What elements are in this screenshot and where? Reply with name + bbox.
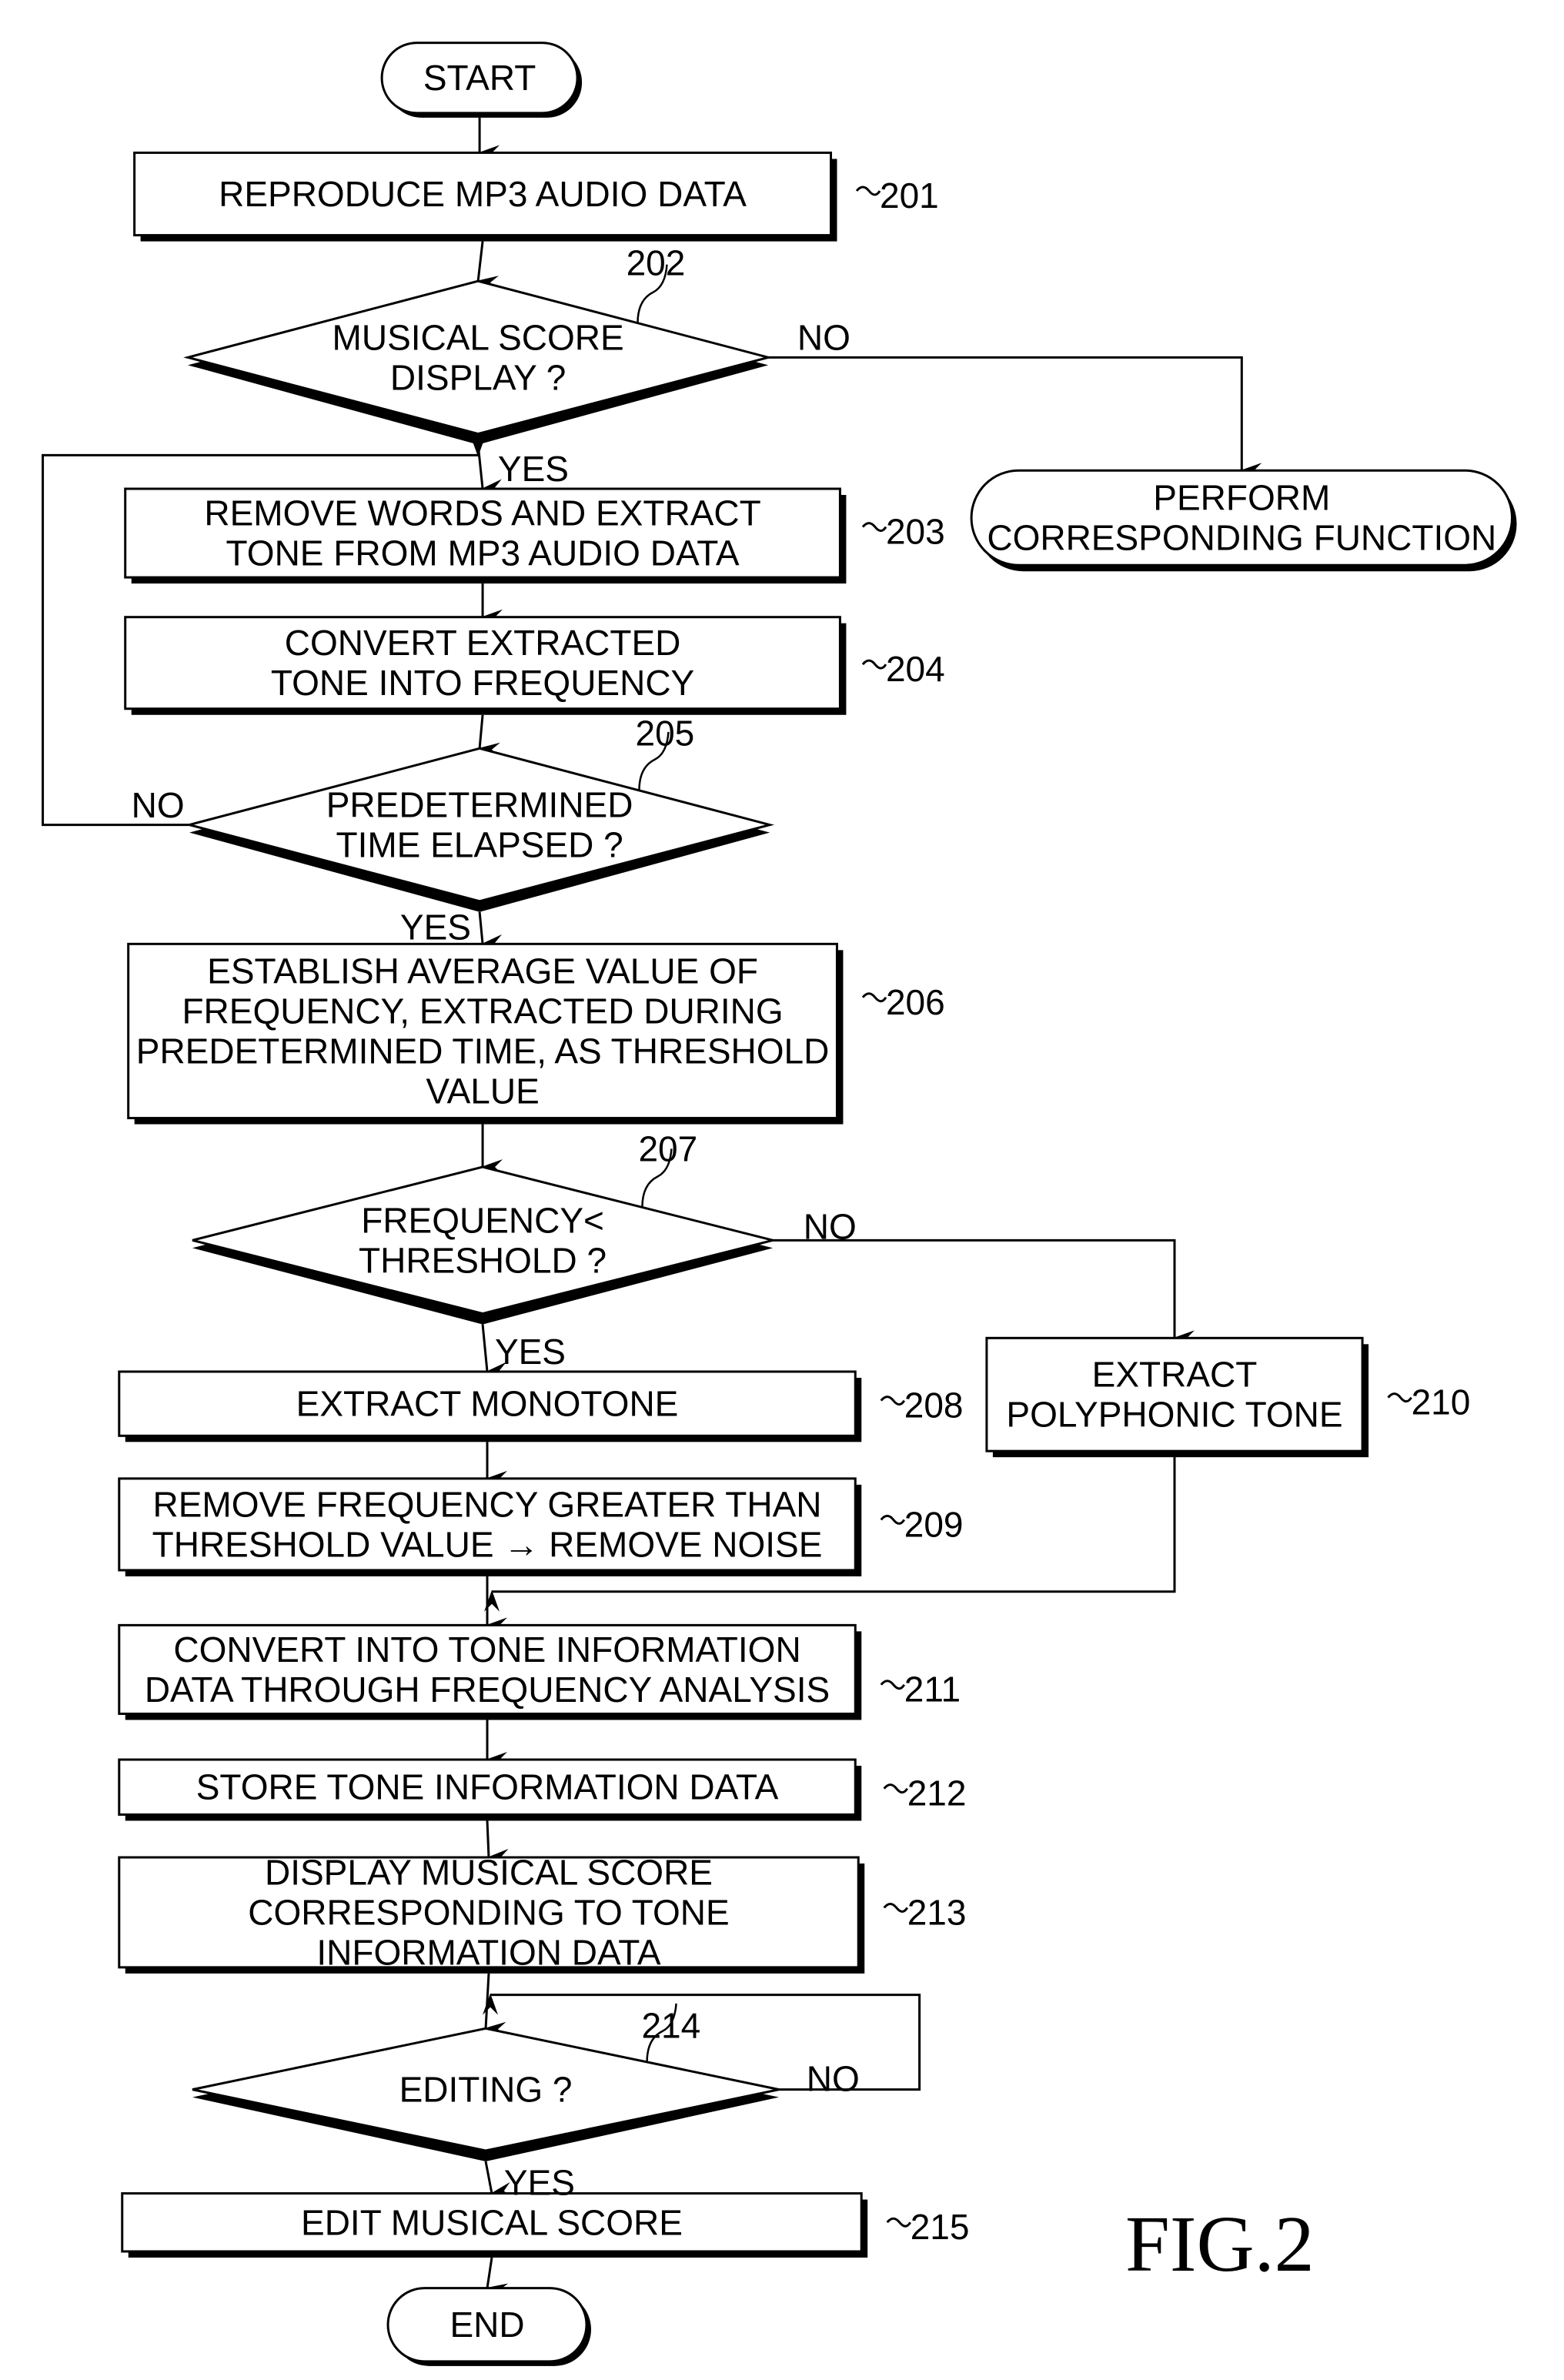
edge-label-d207-no: NO bbox=[804, 1206, 857, 1246]
step-209-text: THRESHOLD VALUE → REMOVE NOISE bbox=[152, 1524, 823, 1564]
reference-number: 206 bbox=[886, 982, 945, 1022]
step-210-text: EXTRACT bbox=[1092, 1355, 1258, 1395]
step-206-box: ESTABLISH AVERAGE VALUE OFFREQUENCY, EXT… bbox=[127, 942, 844, 1125]
arrow-207-no-210 bbox=[773, 1238, 1195, 1346]
step-209-text: REMOVE FREQUENCY GREATER THAN bbox=[153, 1484, 822, 1524]
reference-number: 210 bbox=[1412, 1382, 1471, 1422]
step-214-diamond: EDITING ? bbox=[192, 2027, 780, 2161]
reference-leader bbox=[880, 1680, 906, 1690]
step-211-text: CONVERT INTO TONE INFORMATION bbox=[173, 1630, 800, 1670]
reference-number: 201 bbox=[880, 175, 939, 216]
reference-leader bbox=[886, 2217, 911, 2228]
step-206-text: ESTABLISH AVERAGE VALUE OF bbox=[207, 951, 758, 991]
edge-label-d207-yes: YES bbox=[495, 1332, 566, 1372]
step-205-text: TIME ELAPSED ? bbox=[336, 825, 623, 865]
reference-leader bbox=[861, 659, 887, 670]
edge-label-d202-yes: YES bbox=[498, 449, 569, 489]
step-202-text: MUSICAL SCORE bbox=[333, 317, 624, 357]
reference-leader bbox=[861, 522, 887, 533]
step-205-text: PREDETERMINED bbox=[326, 785, 633, 825]
arrow-204-205 bbox=[478, 714, 500, 758]
step-201-box: REPRODUCE MP3 AUDIO DATA bbox=[133, 151, 837, 242]
reference-leader bbox=[880, 1514, 906, 1525]
step-202-diamond: MUSICAL SCOREDISPLAY ? bbox=[183, 279, 774, 445]
step-205-diamond: PREDETERMINEDTIME ELAPSED ? bbox=[185, 747, 775, 912]
reference-number: 213 bbox=[907, 1892, 967, 1932]
reference-number: 202 bbox=[627, 242, 686, 282]
step-204-text: CONVERT EXTRACTED bbox=[285, 623, 681, 663]
perform-function-text: PERFORM bbox=[1153, 478, 1330, 518]
step-201-text: REPRODUCE MP3 AUDIO DATA bbox=[219, 174, 747, 214]
step-206-text: VALUE bbox=[426, 1071, 539, 1111]
step-210-text: POLYPHONIC TONE bbox=[1006, 1395, 1342, 1435]
flowchart-canvas: START END REPRODUCE MP3 AUDIO DATA 201 MUSIC… bbox=[42, 42, 1517, 2366]
figure-title: FIG.2 bbox=[1125, 2200, 1315, 2288]
step-209-box: REMOVE FREQUENCY GREATER THANTHRESHOLD V… bbox=[118, 1477, 862, 1576]
edge-label-d214-no: NO bbox=[807, 2059, 860, 2099]
reference-number: 212 bbox=[907, 1773, 967, 1813]
step-211-text: DATA THROUGH FREQUENCY ANALYSIS bbox=[145, 1670, 830, 1710]
reference-number: 203 bbox=[886, 512, 945, 552]
reference-leader bbox=[880, 1396, 906, 1406]
edge-label-d205-no: NO bbox=[132, 785, 185, 825]
reference-number: 215 bbox=[911, 2207, 970, 2247]
step-215-box: EDIT MUSICAL SCORE bbox=[121, 2192, 868, 2258]
step-202-text: DISPLAY ? bbox=[390, 357, 566, 397]
step-213-text: INFORMATION DATA bbox=[316, 1932, 661, 1972]
step-213-text: CORRESPONDING TO TONE bbox=[248, 1892, 729, 1932]
reference-number: 209 bbox=[904, 1504, 964, 1544]
arrow-205-206 bbox=[478, 911, 503, 950]
step-206-text: FREQUENCY, EXTRACTED DURING bbox=[182, 991, 783, 1031]
end-terminal: END bbox=[386, 2287, 591, 2366]
arrow-201-202 bbox=[476, 241, 500, 292]
arrow-213-214 bbox=[484, 1973, 506, 2037]
step-208-text: EXTRACT MONOTONE bbox=[296, 1384, 679, 1424]
perform-function-terminal: PERFORMCORRESPONDING FUNCTION bbox=[970, 469, 1517, 572]
perform-function-text: CORRESPONDING FUNCTION bbox=[987, 518, 1496, 558]
reference-leader bbox=[1387, 1392, 1412, 1403]
step-207-diamond: FREQUENCY<THRESHOLD ? bbox=[192, 1165, 774, 1325]
end-label: END bbox=[449, 2305, 524, 2345]
reference-number: 205 bbox=[636, 714, 695, 754]
step-206-text: PREDETERMINED TIME, AS THRESHOLD bbox=[136, 1031, 830, 1071]
step-214-text: EDITING ? bbox=[399, 2070, 573, 2110]
arrow-202-203 bbox=[476, 444, 503, 495]
step-207-text: THRESHOLD ? bbox=[359, 1240, 607, 1280]
step-203-text: REMOVE WORDS AND EXTRACT bbox=[204, 493, 760, 533]
step-204-text: TONE INTO FREQUENCY bbox=[271, 663, 694, 703]
step-211-box: CONVERT INTO TONE INFORMATIONDATA THROUG… bbox=[118, 1623, 862, 1720]
reference-number: 207 bbox=[638, 1128, 697, 1168]
step-203-text: TONE FROM MP3 AUDIO DATA bbox=[226, 533, 740, 573]
reference-leader bbox=[883, 1783, 909, 1794]
reference-leader bbox=[855, 186, 881, 196]
reference-number: 211 bbox=[904, 1670, 961, 1710]
step-212-box: STORE TONE INFORMATION DATA bbox=[118, 1758, 862, 1821]
step-207-text: FREQUENCY< bbox=[361, 1200, 604, 1240]
nodes: START END REPRODUCE MP3 AUDIO DATA 201 MUSIC… bbox=[118, 42, 1517, 2366]
step-204-box: CONVERT EXTRACTEDTONE INTO FREQUENCY bbox=[124, 616, 847, 715]
reference-leader bbox=[861, 992, 887, 1003]
reference-number: 214 bbox=[641, 2005, 700, 2045]
arrow-215-end bbox=[486, 2257, 509, 2299]
arrow-207-208 bbox=[481, 1324, 508, 1378]
start-label: START bbox=[423, 58, 536, 98]
step-215-text: EDIT MUSICAL SCORE bbox=[301, 2202, 683, 2242]
step-210-box: EXTRACTPOLYPHONIC TONE bbox=[985, 1336, 1369, 1458]
reference-leader bbox=[883, 1902, 909, 1913]
reference-number: 204 bbox=[886, 649, 945, 689]
edge-label-d205-yes: YES bbox=[400, 908, 471, 948]
arrow-202-no-perform bbox=[768, 356, 1262, 479]
edge-label-d214-yes: YES bbox=[504, 2163, 575, 2203]
step-212-text: STORE TONE INFORMATION DATA bbox=[196, 1767, 779, 1807]
reference-number: 208 bbox=[904, 1386, 964, 1426]
arrow-214-215 bbox=[484, 2161, 513, 2198]
start-terminal: START bbox=[380, 42, 583, 118]
step-208-box: EXTRACT MONOTONE bbox=[118, 1370, 862, 1442]
edge-label-d202-no: NO bbox=[797, 318, 851, 358]
step-213-text: DISPLAY MUSICAL SCORE bbox=[265, 1852, 713, 1892]
step-213-box: DISPLAY MUSICAL SCORECORRESPONDING TO TO… bbox=[118, 1852, 865, 1974]
step-203-box: REMOVE WORDS AND EXTRACTTONE FROM MP3 AU… bbox=[124, 487, 847, 584]
